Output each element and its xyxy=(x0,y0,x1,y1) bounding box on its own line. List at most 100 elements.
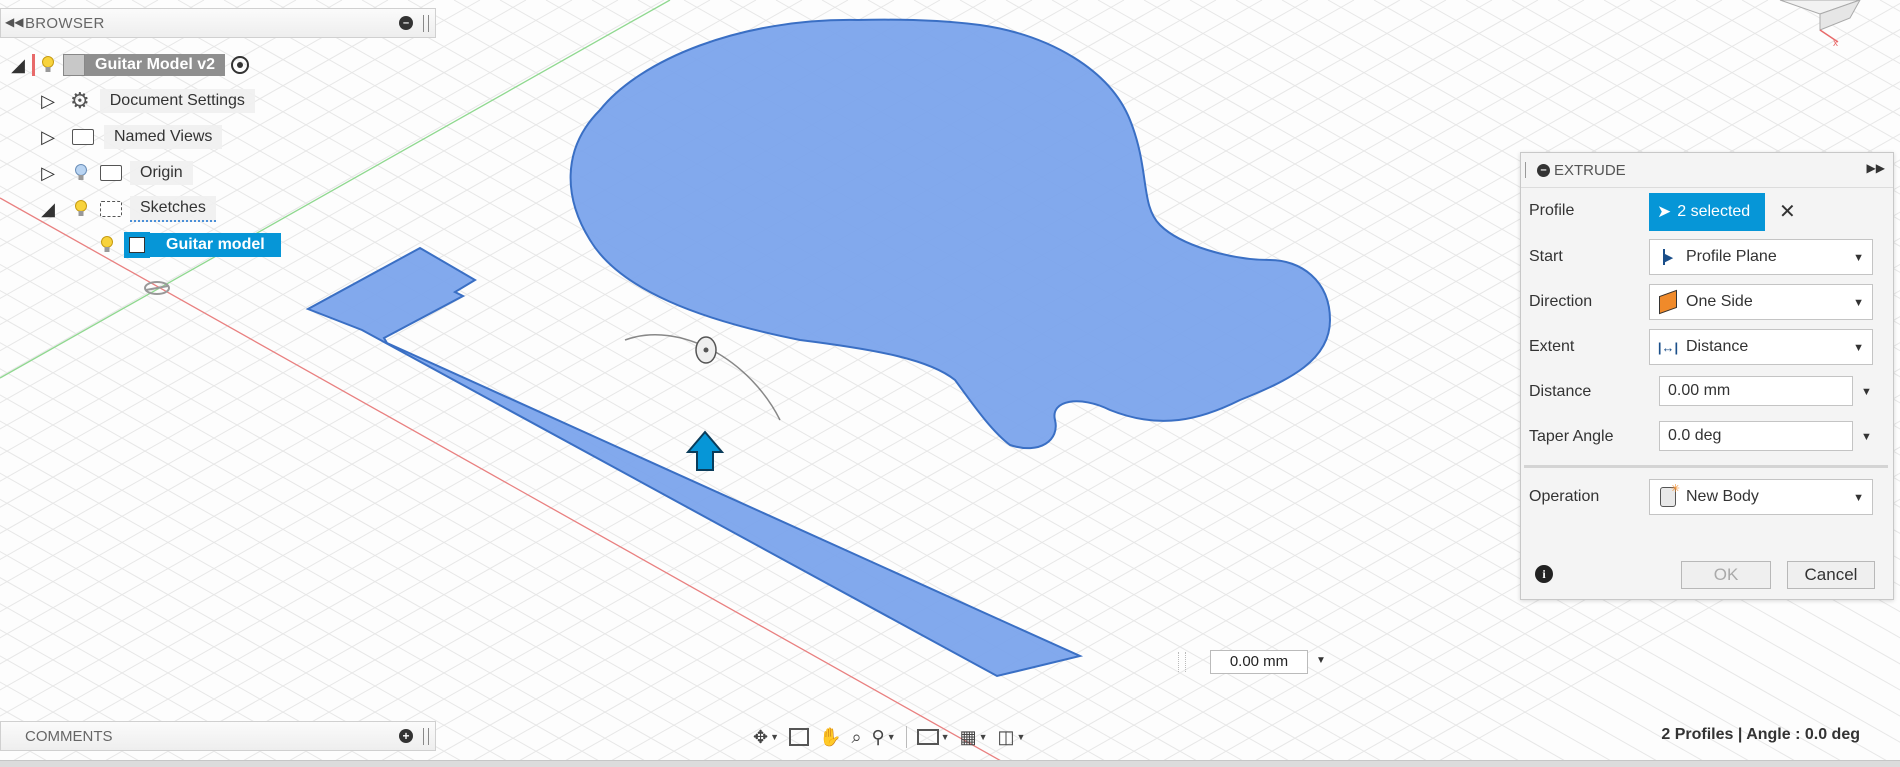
extent-select[interactable]: |↔| Distance ▼ xyxy=(1649,329,1873,365)
taper-row: Taper Angle 0.0 deg ▼ xyxy=(1521,415,1893,459)
taper-input[interactable]: 0.0 deg xyxy=(1659,421,1853,451)
cursor-icon: ➤ xyxy=(1657,202,1672,221)
ok-button[interactable]: OK xyxy=(1681,561,1771,589)
new-body-icon: ✳ xyxy=(1656,483,1680,509)
fit-icon: ⚲ xyxy=(871,726,885,747)
component-icon xyxy=(63,54,85,76)
panel-grip[interactable] xyxy=(423,15,429,32)
extent-row: Extent |↔| Distance ▼ xyxy=(1521,325,1893,369)
distance-label: Distance xyxy=(1529,383,1592,400)
hand-icon: ✋ xyxy=(819,726,842,747)
bulb-icon[interactable] xyxy=(74,164,88,182)
tree-item-origin[interactable]: ▷ Origin xyxy=(38,159,193,187)
panel-grip[interactable] xyxy=(423,728,429,745)
tree-item-guitar-model-sketch[interactable]: Guitar model xyxy=(100,231,281,259)
chevron-down-icon[interactable]: ▼ xyxy=(1861,386,1872,398)
chevron-down-icon: ▼ xyxy=(1853,297,1864,309)
tree-root[interactable]: ◢ Guitar Model v2 xyxy=(8,51,250,79)
chevron-down-icon[interactable]: ▼ xyxy=(1861,431,1872,443)
chevron-down-icon: ▼ xyxy=(886,732,896,742)
root-marker xyxy=(32,54,35,76)
folder-icon xyxy=(100,201,122,217)
direction-select[interactable]: One Side ▼ xyxy=(1649,284,1873,320)
expand-toggle[interactable]: ▷ xyxy=(38,91,58,112)
expand-icon[interactable]: ▶▶ xyxy=(1867,161,1885,175)
divider xyxy=(1524,465,1888,468)
chevron-down-icon: ▼ xyxy=(940,732,950,742)
grid-settings-button[interactable]: ▦ ▼ xyxy=(957,723,991,751)
zoom-button[interactable]: ⌕ xyxy=(848,723,864,751)
operation-row: Operation ✳ New Body ▼ xyxy=(1521,475,1893,519)
expand-toggle[interactable]: ▷ xyxy=(38,127,58,148)
direction-value: One Side xyxy=(1686,293,1753,310)
collapse-icon[interactable]: ◀◀ xyxy=(5,15,23,29)
bulb-icon[interactable] xyxy=(41,56,55,74)
tree-item-document-settings[interactable]: ▷ ⚙ Document Settings xyxy=(38,87,255,115)
profile-value: 2 selected xyxy=(1677,203,1751,220)
tree-item-label: Named Views xyxy=(104,125,223,149)
viewports-button[interactable]: ◫ ▼ xyxy=(995,723,1029,751)
extent-label: Extent xyxy=(1529,338,1575,355)
profile-select-button[interactable]: ➤ 2 selected xyxy=(1649,193,1765,231)
rotate-handle-dot xyxy=(703,347,709,353)
distance-icon: |↔| xyxy=(1657,339,1679,355)
grip-icon[interactable] xyxy=(1178,652,1186,672)
navigation-toolbar: ✥ ▼ ✋ ⌕ ⚲ ▼ ▼ ▦ ▼ ◫ ▼ xyxy=(750,720,1028,754)
browser-panel-header[interactable]: ◀◀ BROWSER – xyxy=(0,8,436,38)
tree-item-label: Document Settings xyxy=(99,89,255,113)
grip-icon[interactable] xyxy=(1525,162,1529,178)
viewport-distance-widget: 0.00 mm ▼ xyxy=(1178,648,1330,676)
tree-item-named-views[interactable]: ▷ Named Views xyxy=(38,123,223,151)
operation-select[interactable]: ✳ New Body ▼ xyxy=(1649,479,1873,515)
expand-toggle[interactable]: ◢ xyxy=(38,199,58,220)
start-value: Profile Plane xyxy=(1686,248,1777,265)
chevron-down-icon[interactable]: ▼ xyxy=(1316,655,1326,666)
close-icon[interactable]: ✕ xyxy=(1779,199,1796,224)
one-side-icon xyxy=(1656,289,1680,315)
root-label[interactable]: Guitar Model v2 xyxy=(85,54,226,76)
target-icon[interactable] xyxy=(231,56,250,74)
add-icon[interactable]: + xyxy=(399,729,413,743)
minimize-icon[interactable]: – xyxy=(1537,163,1550,177)
look-at-icon xyxy=(789,728,810,746)
profile-plane-icon: ▶ xyxy=(1656,245,1680,269)
pan-button[interactable]: ✋ xyxy=(816,723,844,751)
bulb-icon[interactable] xyxy=(100,236,114,254)
toolbar-separator xyxy=(905,726,907,748)
tree-item-label: Guitar model xyxy=(150,233,281,257)
minimize-icon[interactable]: – xyxy=(399,16,413,30)
folder-icon xyxy=(72,129,94,145)
dialog-title: EXTRUDE xyxy=(1554,161,1626,179)
chevron-down-icon: ▼ xyxy=(1016,732,1026,742)
start-select[interactable]: ▶ Profile Plane ▼ xyxy=(1649,239,1873,275)
distance-row: Distance 0.00 mm ▼ xyxy=(1521,370,1893,414)
expand-toggle[interactable]: ▷ xyxy=(38,163,58,184)
taper-label: Taper Angle xyxy=(1529,428,1614,445)
comments-panel-header[interactable]: COMMENTS + xyxy=(0,721,436,751)
distance-input[interactable]: 0.00 mm xyxy=(1659,376,1853,406)
cancel-button[interactable]: Cancel xyxy=(1787,561,1875,589)
extrude-dialog-header[interactable]: – EXTRUDE ▶▶ xyxy=(1521,153,1893,188)
comments-title: COMMENTS xyxy=(25,728,113,745)
tree-item-label: Sketches xyxy=(130,196,216,222)
svg-text:x: x xyxy=(1833,38,1838,49)
display-settings-button[interactable]: ▼ xyxy=(914,723,953,751)
orbit-button[interactable]: ✥ ▼ xyxy=(750,723,782,751)
operation-value: New Body xyxy=(1686,488,1759,505)
display-icon xyxy=(916,729,939,745)
start-label: Start xyxy=(1529,248,1563,265)
info-icon[interactable]: i xyxy=(1535,565,1553,583)
zoom-icon: ⌕ xyxy=(851,726,862,747)
extrude-dialog: – EXTRUDE ▶▶ Profile ➤ 2 selected ✕ Star… xyxy=(1520,152,1894,600)
bulb-icon[interactable] xyxy=(74,200,88,218)
tree-item-sketches[interactable]: ◢ Sketches xyxy=(38,195,216,223)
start-row: Start ▶ Profile Plane ▼ xyxy=(1521,235,1893,279)
fit-button[interactable]: ⚲ ▼ xyxy=(869,723,899,751)
chevron-down-icon: ▼ xyxy=(1853,492,1864,504)
folder-icon xyxy=(100,165,122,181)
chevron-down-icon: ▼ xyxy=(1853,252,1864,264)
look-at-button[interactable] xyxy=(786,723,812,751)
viewport-distance-input[interactable]: 0.00 mm xyxy=(1210,650,1308,674)
expand-toggle[interactable]: ◢ xyxy=(8,55,28,76)
status-text: 2 Profiles | Angle : 0.0 deg xyxy=(1661,726,1860,743)
